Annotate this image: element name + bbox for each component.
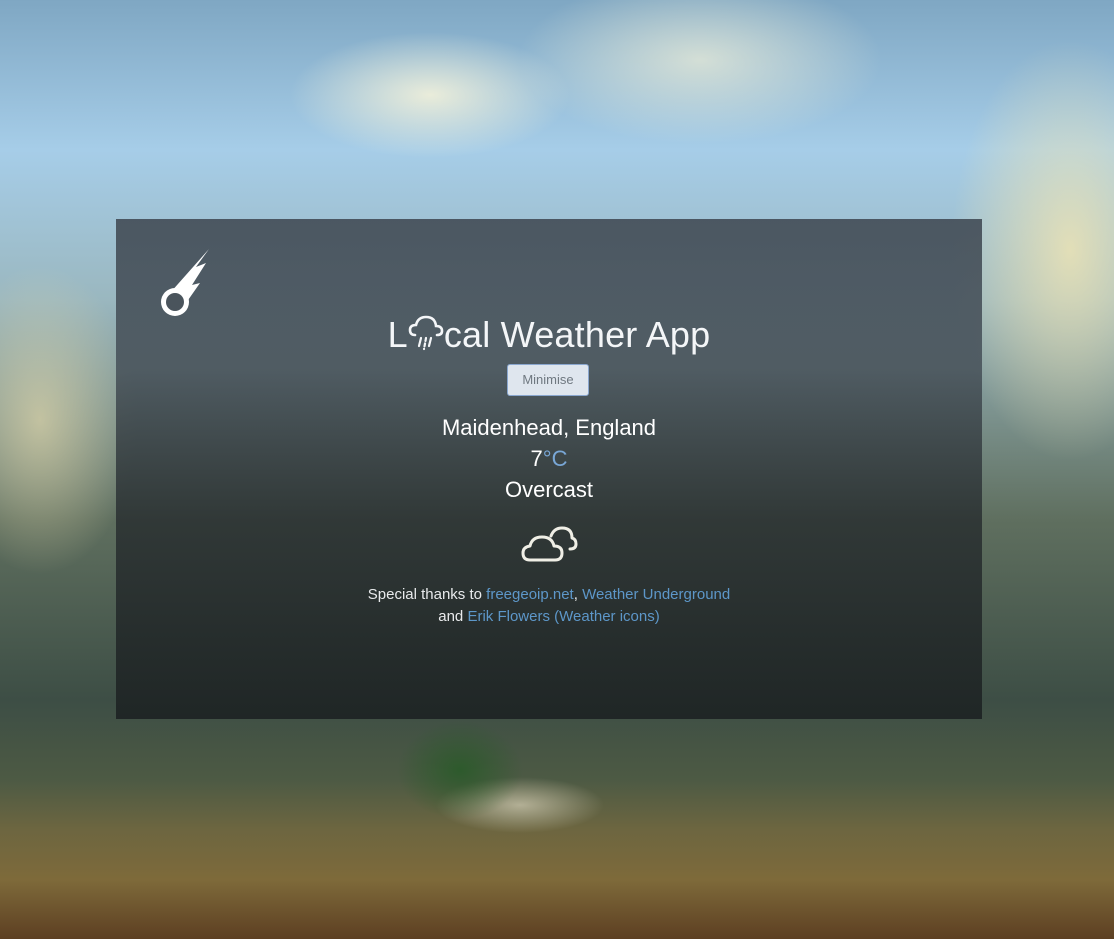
temperature-readout: 7°C bbox=[116, 446, 982, 472]
minimise-button[interactable]: Minimise bbox=[507, 364, 589, 396]
location-label: Maidenhead, England bbox=[441, 415, 657, 440]
temperature-value: 7 bbox=[530, 446, 543, 471]
credits-line-1: Special thanks to freegeoip.net, Weather… bbox=[367, 586, 731, 603]
erik-flowers-link[interactable]: Erik Flowers (Weather icons) bbox=[467, 608, 659, 625]
credits: Special thanks to freegeoip.net, Weather… bbox=[116, 584, 982, 628]
comet-icon bbox=[161, 249, 209, 316]
rain-cloud-icon bbox=[408, 315, 444, 351]
weather-underground-link[interactable]: Weather Underground bbox=[582, 586, 730, 603]
credits-line-2: and Erik Flowers (Weather icons) bbox=[438, 608, 660, 625]
weather-condition: Overcast bbox=[504, 477, 594, 502]
freegeoip-link[interactable]: freegeoip.net bbox=[486, 586, 574, 603]
temperature-unit-toggle[interactable]: °C bbox=[543, 446, 568, 471]
cloudy-icon bbox=[521, 526, 578, 562]
weather-card: L cal Weather App Minimise Maidenhead, E… bbox=[116, 219, 982, 719]
page-title: L cal Weather App bbox=[387, 314, 711, 355]
